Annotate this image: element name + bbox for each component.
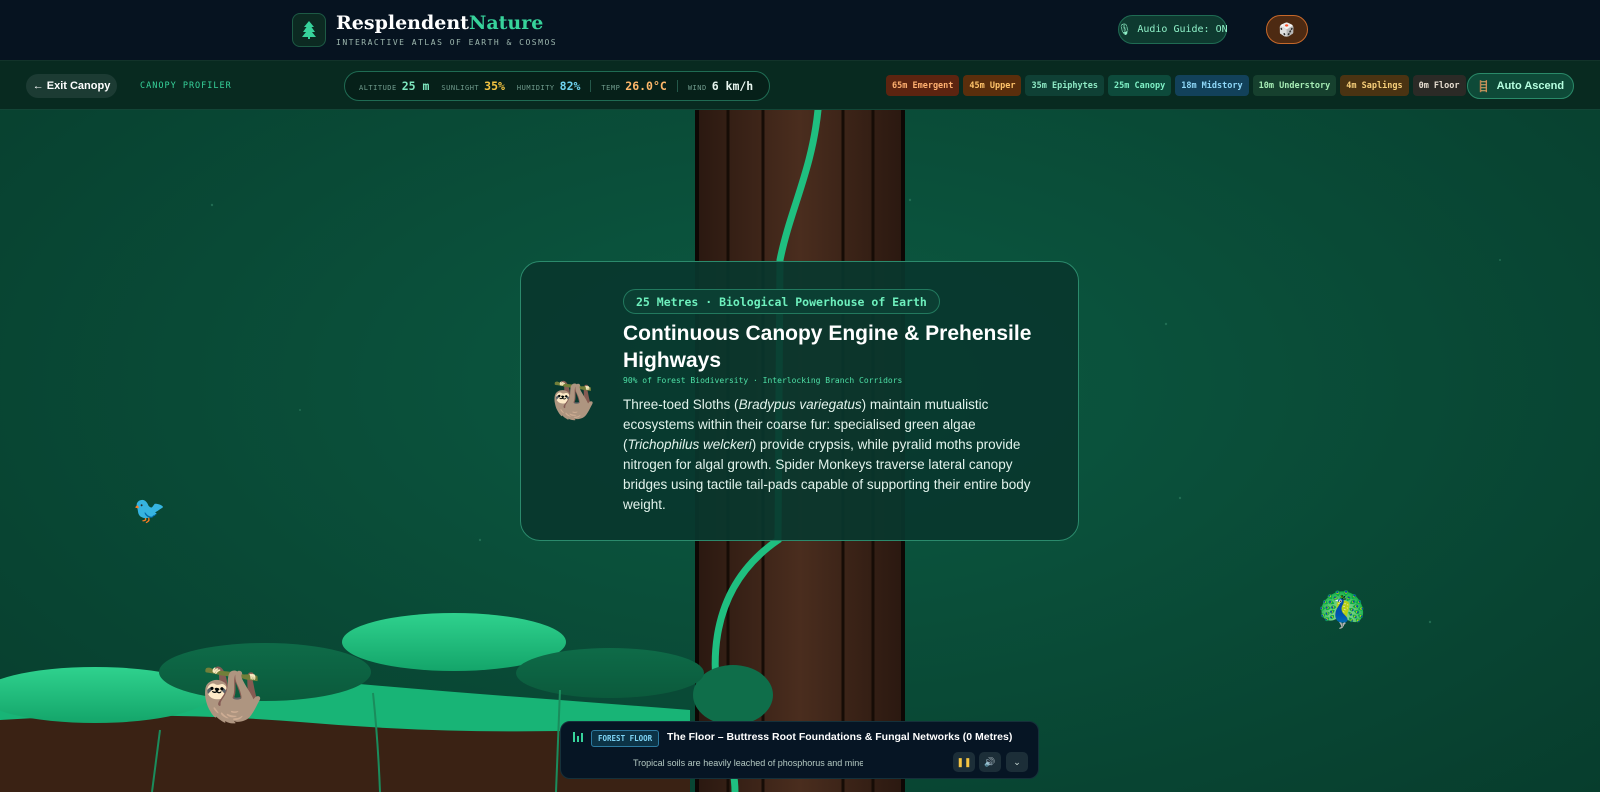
narration-title: The Floor – Buttress Root Foundations & … xyxy=(667,731,1013,743)
ladder-icon: 🪜 xyxy=(1476,80,1491,93)
stat-temperature: TEMP 26.0°C xyxy=(601,79,667,93)
level-chip[interactable]: 4m Saplings xyxy=(1340,75,1409,96)
environment-stats: ALTITUDE 25 m SUNLIGHT 35% HUMIDITY 82% TEM… xyxy=(344,71,770,101)
zone-badge: FOREST FLOOR xyxy=(591,730,660,747)
stat-wind: WIND 6 km/h xyxy=(687,79,754,93)
collapse-button[interactable]: ⌄ xyxy=(1006,752,1028,772)
canopy-info-card: 🦥 25 Metres · Biological Powerhouse of E… xyxy=(520,261,1079,541)
stat-altitude: ALTITUDE 25 m xyxy=(359,79,430,93)
level-chip[interactable]: 0m Floor xyxy=(1412,75,1466,96)
stat-divider xyxy=(676,80,678,92)
level-chip[interactable]: 25m Canopy xyxy=(1108,75,1172,96)
dice-icon: 🎲 xyxy=(1278,21,1296,37)
auto-ascend-button[interactable]: 🪜 Auto Ascend xyxy=(1467,73,1574,99)
canopy-profiler-label: CANOPY PROFILER xyxy=(140,81,232,91)
chevron-down-icon: ⌄ xyxy=(1013,756,1021,767)
level-chip[interactable]: 65m Emergent xyxy=(886,75,960,96)
card-subtitle: 90% of Forest Biodiversity · Interlockin… xyxy=(623,376,903,385)
level-chip[interactable]: 45m Upper xyxy=(963,75,1022,96)
narration-ticker: Tropical soils are heavily leached of ph… xyxy=(633,758,863,768)
card-title: Continuous Canopy Engine & Prehensile Hi… xyxy=(623,322,1032,372)
altitude-badge: 25 Metres · Biological Powerhouse of Ear… xyxy=(623,289,940,314)
pause-icon: ❚❚ xyxy=(956,756,972,767)
canopy-level-selector: 65m Emergent 45m Upper 35m Epiphytes 25m Ca… xyxy=(886,75,1470,96)
level-chip[interactable]: 35m Epiphytes xyxy=(1025,75,1105,96)
stat-divider xyxy=(590,80,592,92)
level-chip[interactable]: 10m Understory xyxy=(1252,75,1337,96)
bird-icon[interactable]: 🐦 xyxy=(133,495,165,526)
species-name: Trichophilus welckeri xyxy=(627,437,752,452)
level-chip[interactable]: 18m Midstory xyxy=(1175,75,1249,96)
canopy-toolbar: ← Exit Canopy CANOPY PROFILER ALTITUDE 25… xyxy=(0,61,1600,110)
peacock-icon[interactable]: 🦚 xyxy=(1317,585,1367,632)
exit-canopy-button[interactable]: ← Exit Canopy xyxy=(26,74,117,98)
pause-button[interactable]: ❚❚ xyxy=(953,752,975,772)
top-header: ResplendentNature INTERACTIVE ATLAS OF E… xyxy=(0,0,1600,61)
card-description: Three-toed Sloths (Bradypus variegatus) … xyxy=(623,397,1031,512)
dice-button[interactable]: 🎲 xyxy=(1266,15,1308,44)
brand-name: ResplendentNature xyxy=(336,12,544,34)
tree-icon xyxy=(292,12,326,47)
volume-icon: 🔊 xyxy=(984,756,996,767)
auto-ascend-label: Auto Ascend xyxy=(1496,80,1565,92)
brand-tagline: INTERACTIVE ATLAS OF EARTH & COSMOS xyxy=(336,38,558,47)
stat-humidity: HUMIDITY 82% xyxy=(516,79,581,93)
stat-sunlight: SUNLIGHT 35% xyxy=(441,79,505,93)
microphone-icon: 🎙 xyxy=(1117,23,1132,36)
species-name: Bradypus variegatus xyxy=(738,397,862,412)
vine-leaf xyxy=(693,665,773,725)
equalizer-icon xyxy=(573,732,585,742)
volume-button[interactable]: 🔊 xyxy=(979,752,1001,772)
audio-guide-button[interactable]: 🎙 Audio Guide: ON xyxy=(1117,15,1228,44)
sloth-icon: 🦥 xyxy=(551,380,596,421)
sloth-icon[interactable]: 🦥 xyxy=(200,665,265,726)
audio-guide-label: Audio Guide: ON xyxy=(1137,24,1228,35)
audio-narration-player: FOREST FLOOR The Floor – Buttress Root F… xyxy=(560,721,1039,779)
brand[interactable]: ResplendentNature INTERACTIVE ATLAS OF E… xyxy=(292,12,557,47)
